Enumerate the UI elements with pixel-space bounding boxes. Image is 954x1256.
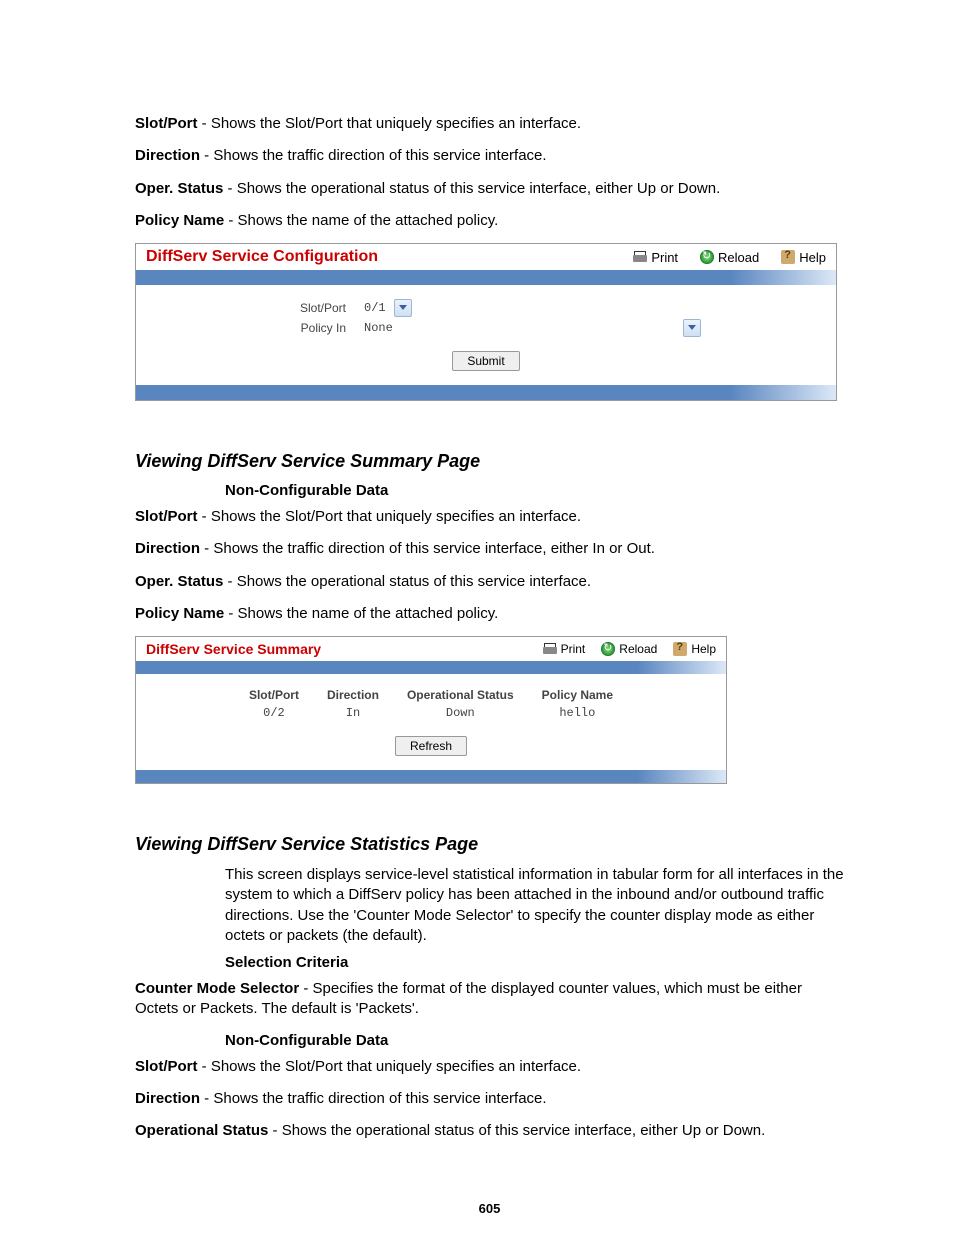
definition-item: Counter Mode Selector - Specifies the fo… — [135, 979, 844, 1020]
document-page: Slot/Port - Shows the Slot/Port that uni… — [0, 0, 954, 1256]
panel-title: DiffServ Service Configuration — [146, 248, 633, 266]
submit-button[interactable]: Submit — [452, 351, 519, 371]
definition-item: Direction - Shows the traffic direction … — [135, 1089, 844, 1109]
help-button[interactable]: Help — [673, 642, 716, 656]
definition-item: Slot/Port - Shows the Slot/Port that uni… — [135, 114, 844, 134]
print-button[interactable]: Print — [543, 642, 586, 656]
screenshot-diffserv-summary: DiffServ Service Summary Print Reload He… — [135, 636, 727, 784]
noncfg-subhead: Non-Configurable Data — [225, 1032, 844, 1049]
print-button[interactable]: Print — [633, 250, 678, 265]
slotport-dropdown[interactable] — [394, 299, 412, 317]
reload-icon — [700, 250, 714, 264]
slotport-label: Slot/Port — [146, 301, 364, 315]
definition-item: Policy Name - Shows the name of the atta… — [135, 604, 844, 624]
stats-intro: This screen displays service-level stati… — [225, 865, 844, 946]
col-slotport: Slot/Port — [235, 686, 313, 704]
divider-bar — [136, 385, 836, 400]
help-button[interactable]: Help — [781, 250, 826, 265]
policyin-dropdown[interactable] — [683, 319, 701, 337]
policyin-value: None — [364, 321, 393, 335]
panel-body: Slot/Port Direction Operational Status P… — [136, 674, 726, 770]
slotport-row: Slot/Port 0/1 — [146, 299, 826, 317]
help-icon — [673, 642, 687, 656]
panel-header: DiffServ Service Configuration Print Rel… — [136, 244, 836, 270]
help-icon — [781, 250, 795, 264]
panel-actions: Print Reload Help — [633, 250, 826, 265]
definition-item: Slot/Port - Shows the Slot/Port that uni… — [135, 507, 844, 527]
section-heading-summary: Viewing DiffServ Service Summary Page — [135, 451, 844, 472]
print-icon — [633, 250, 647, 264]
reload-button[interactable]: Reload — [601, 642, 657, 656]
slotport-value: 0/1 — [364, 301, 386, 315]
reload-button[interactable]: Reload — [700, 250, 759, 265]
definition-item: Slot/Port - Shows the Slot/Port that uni… — [135, 1057, 844, 1077]
page-number: 605 — [135, 1201, 844, 1216]
policyin-row: Policy In None — [146, 319, 826, 337]
selection-criteria-subhead: Selection Criteria — [225, 954, 844, 971]
section-heading-stats: Viewing DiffServ Service Statistics Page — [135, 834, 844, 855]
definition-item: Direction - Shows the traffic direction … — [135, 146, 844, 166]
definition-item: Operational Status - Shows the operation… — [135, 1121, 844, 1141]
reload-icon — [601, 642, 615, 656]
definition-item: Oper. Status - Shows the operational sta… — [135, 572, 844, 592]
policyin-label: Policy In — [146, 321, 364, 335]
panel-title: DiffServ Service Summary — [146, 641, 543, 657]
divider-bar — [136, 770, 726, 783]
noncfg-subhead: Non-Configurable Data — [225, 482, 844, 499]
panel-header: DiffServ Service Summary Print Reload He… — [136, 637, 726, 661]
print-icon — [543, 642, 557, 656]
definition-item: Direction - Shows the traffic direction … — [135, 539, 844, 559]
divider-bar — [136, 270, 836, 285]
table-header-row: Slot/Port Direction Operational Status P… — [235, 686, 627, 704]
summary-table: Slot/Port Direction Operational Status P… — [235, 686, 627, 722]
table-row: 0/2 In Down hello — [235, 704, 627, 722]
refresh-button[interactable]: Refresh — [395, 736, 467, 756]
divider-bar — [136, 661, 726, 674]
panel-actions: Print Reload Help — [543, 642, 716, 656]
col-policyname: Policy Name — [528, 686, 627, 704]
col-opstatus: Operational Status — [393, 686, 528, 704]
col-direction: Direction — [313, 686, 393, 704]
screenshot-diffserv-config: DiffServ Service Configuration Print Rel… — [135, 243, 837, 401]
panel-body: Slot/Port 0/1 Policy In None Submit — [136, 285, 836, 385]
definition-item: Oper. Status - Shows the operational sta… — [135, 179, 844, 199]
definition-item: Policy Name - Shows the name of the atta… — [135, 211, 844, 231]
